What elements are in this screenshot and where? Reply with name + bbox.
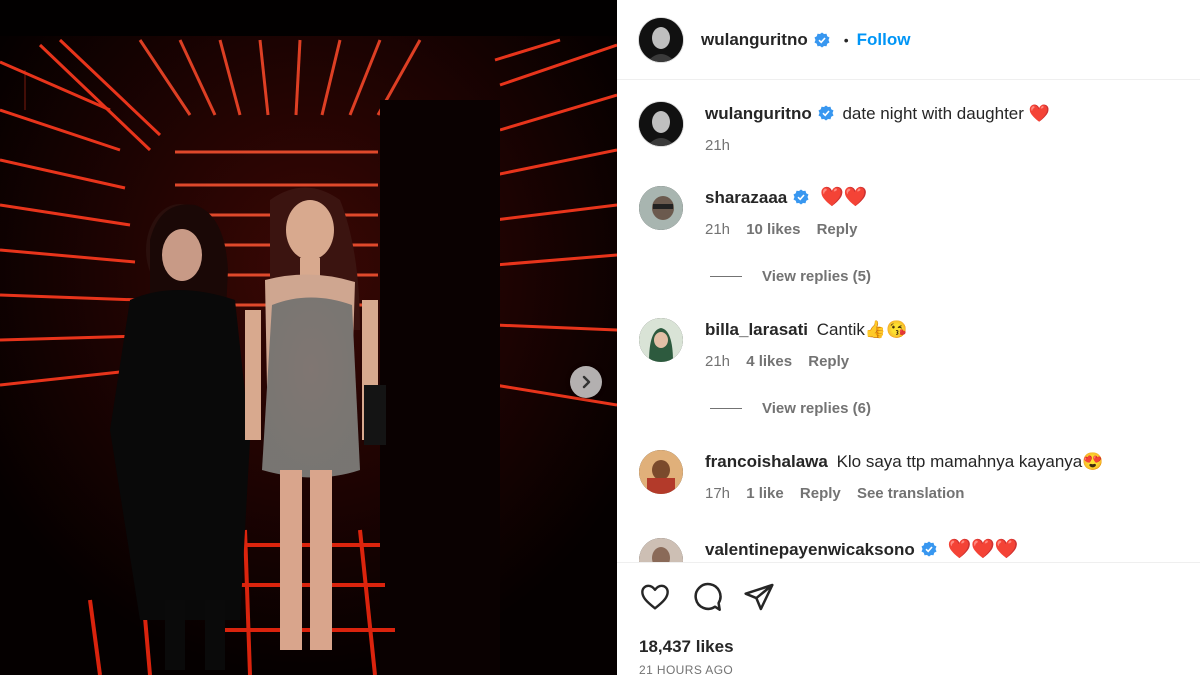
commenter-username[interactable]: sharazaaa: [705, 188, 787, 207]
comment-time: 21h: [705, 221, 731, 238]
commenter-username[interactable]: valentinepayenwicaksono: [705, 540, 915, 559]
follow-button[interactable]: Follow: [857, 30, 911, 50]
comment-time: 21h: [705, 353, 731, 370]
replies-divider: [710, 408, 742, 409]
view-replies-label: View replies (6): [762, 400, 871, 417]
comment-text: ❤️❤️❤️: [947, 539, 1019, 560]
likes-count[interactable]: 18,437 likes: [639, 637, 734, 657]
verified-badge-icon: [921, 541, 937, 557]
caption-time: 21h: [705, 137, 731, 154]
comment-likes[interactable]: 4 likes: [746, 353, 792, 370]
comment-item: sharazaaa ❤️❤️ 21h 10 likes Reply: [639, 186, 869, 238]
replies-divider: [710, 276, 742, 277]
comment-item: valentinepayenwicaksono ❤️❤️❤️: [639, 538, 1018, 562]
author-avatar[interactable]: [639, 17, 683, 62]
commenter-avatar[interactable]: [639, 538, 683, 562]
heart-icon[interactable]: [639, 581, 671, 613]
post-photo: [0, 0, 617, 675]
comment-item: francoishalawa Klo saya ttp mamahnya kay…: [639, 450, 1103, 502]
commenter-username[interactable]: francoishalawa: [705, 452, 828, 471]
commenter-avatar[interactable]: [639, 318, 683, 362]
post-actions: 18,437 likes 21 HOURS AGO: [617, 562, 1200, 675]
comment-text: Cantik👍😘: [816, 320, 908, 339]
post-details-panel: wulanguritno • Follow wulanguritno date …: [617, 0, 1200, 675]
see-translation-button[interactable]: See translation: [857, 485, 965, 502]
author-username[interactable]: wulanguritno: [701, 30, 808, 50]
comment-text: ❤️❤️: [819, 187, 868, 208]
comment-likes[interactable]: 1 like: [746, 485, 784, 502]
commenter-avatar[interactable]: [639, 186, 683, 230]
chevron-right-icon: [582, 375, 591, 389]
caption-row: wulanguritno date night with daughter ❤️…: [639, 102, 1050, 154]
verified-badge-icon: [818, 105, 834, 121]
commenter-avatar[interactable]: [639, 450, 683, 494]
photo-scene: [0, 0, 617, 675]
view-replies-button[interactable]: View replies (5): [710, 268, 871, 285]
comment-text: Klo saya ttp mamahnya kayanya😍: [836, 452, 1104, 471]
reply-button[interactable]: Reply: [808, 353, 849, 370]
post-header: wulanguritno • Follow: [617, 0, 1200, 80]
comment-icon[interactable]: [691, 581, 723, 613]
author-avatar[interactable]: [639, 102, 683, 146]
comments-list: wulanguritno date night with daughter ❤️…: [617, 80, 1200, 562]
reply-button[interactable]: Reply: [800, 485, 841, 502]
verified-badge-icon: [814, 32, 830, 47]
view-replies-label: View replies (5): [762, 268, 871, 285]
commenter-username[interactable]: billa_larasati: [705, 320, 808, 339]
comment-likes[interactable]: 10 likes: [746, 221, 800, 238]
share-icon[interactable]: [743, 581, 775, 613]
caption-username[interactable]: wulanguritno: [705, 104, 812, 123]
reply-button[interactable]: Reply: [817, 221, 858, 238]
comment-item: billa_larasati Cantik👍😘 21h 4 likes Repl…: [639, 318, 907, 370]
next-photo-button[interactable]: [570, 366, 602, 398]
action-bar: [639, 581, 775, 613]
header-separator: •: [843, 31, 849, 48]
verified-badge-icon: [793, 189, 809, 205]
caption-text: date night with daughter ❤️: [842, 104, 1050, 123]
post-timestamp: 21 HOURS AGO: [639, 663, 734, 675]
view-replies-button[interactable]: View replies (6): [710, 400, 871, 417]
comment-time: 17h: [705, 485, 731, 502]
